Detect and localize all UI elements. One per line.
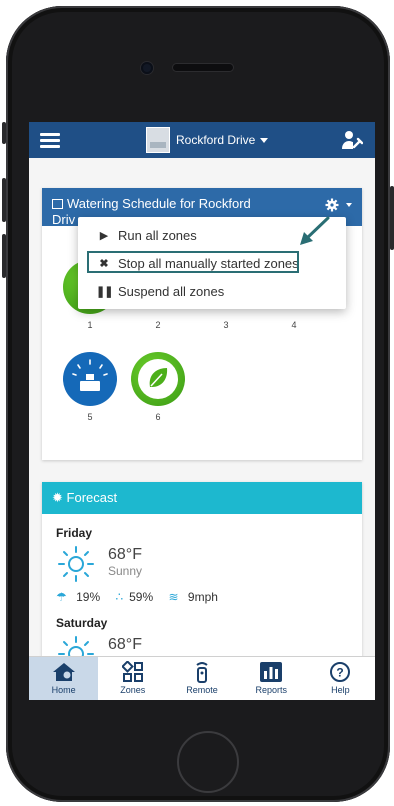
volume-down-button xyxy=(2,234,6,278)
run-all-zones-label: Run all zones xyxy=(118,227,197,243)
site-selector[interactable]: Rockford Drive xyxy=(176,133,269,147)
volume-up-button xyxy=(2,178,6,222)
zone-number: 5 xyxy=(87,412,93,422)
forecast-day: Friday xyxy=(56,526,93,540)
nav-remote[interactable]: Remote xyxy=(167,657,236,700)
help-icon: ? xyxy=(330,662,351,682)
nav-label: Zones xyxy=(120,685,146,695)
nav-home[interactable]: Home xyxy=(29,657,99,700)
caret-down-icon xyxy=(260,138,269,144)
forecast-temp: 68°F xyxy=(108,546,142,563)
nav-reports[interactable]: Reports xyxy=(237,657,306,700)
top-app-bar: Rockford Drive xyxy=(29,122,375,158)
mute-switch xyxy=(2,122,6,144)
nav-label: Home xyxy=(51,685,76,695)
svg-text:?: ? xyxy=(337,666,344,680)
nav-zones[interactable]: Zones xyxy=(98,657,167,700)
schedule-gear-menu[interactable] xyxy=(325,196,352,212)
site-name-label: Rockford Drive xyxy=(176,133,256,147)
highlight-box xyxy=(87,251,299,273)
home-hardware-button xyxy=(177,731,239,793)
forecast-header: ✹ Forecast xyxy=(42,482,362,514)
site-thumbnail[interactable] xyxy=(146,127,170,153)
sun-icon: ✹ xyxy=(52,490,63,505)
nav-label: Remote xyxy=(186,685,218,695)
bottom-navigation: Home Zones Remote Reports ? Help xyxy=(29,656,375,700)
zone-number: 2 xyxy=(155,320,161,330)
zones-grid-icon xyxy=(121,661,143,682)
pause-icon: ❚❚ xyxy=(96,285,113,298)
sprinkler-icon xyxy=(63,352,117,406)
precip-value: 19% xyxy=(76,590,101,604)
reports-chart-icon xyxy=(260,662,283,682)
stop-manual-zones-item[interactable]: ✖ Stop all manually started zones xyxy=(78,249,346,277)
earpiece-speaker xyxy=(173,64,233,71)
gear-icon xyxy=(325,198,339,212)
tools-icon[interactable] xyxy=(341,130,363,150)
zone-number: 4 xyxy=(291,320,297,330)
humidity-icon: ∴ xyxy=(115,590,124,604)
forecast-title: Forecast xyxy=(66,490,118,505)
rain-icon: ☂ xyxy=(56,590,67,604)
remote-icon xyxy=(196,662,208,683)
zone-number: 3 xyxy=(223,320,229,330)
zone-5[interactable]: 5 xyxy=(60,352,120,422)
annotation-arrow-icon xyxy=(300,216,330,245)
forecast-condition: Sunny xyxy=(108,564,143,578)
suspend-all-zones-item[interactable]: ❚❚ Suspend all zones xyxy=(78,277,346,305)
forecast-day: Saturday xyxy=(56,616,108,630)
hamburger-menu-icon[interactable] xyxy=(40,133,60,148)
nav-help[interactable]: ? Help xyxy=(306,657,375,700)
home-icon xyxy=(52,663,75,681)
forecast-card: ✹ Forecast Friday 68°F Sunny ☂ 19% ∴ 59%… xyxy=(42,482,362,682)
zone-6[interactable]: 6 xyxy=(128,352,188,422)
zone-number: 6 xyxy=(155,412,161,422)
sunny-weather-icon xyxy=(58,546,94,582)
suspend-all-zones-label: Suspend all zones xyxy=(118,283,225,299)
wind-icon: ≋ xyxy=(168,590,179,604)
leaf-icon xyxy=(131,352,185,406)
calendar-icon xyxy=(52,199,63,209)
app-screen: Rockford Drive Watering Schedule for Roc… xyxy=(29,122,375,700)
nav-label: Help xyxy=(331,685,350,695)
play-icon: ▶ xyxy=(99,229,109,242)
zone-number: 1 xyxy=(87,320,93,330)
nav-label: Reports xyxy=(255,685,287,695)
front-camera xyxy=(141,62,153,74)
power-button xyxy=(390,186,394,250)
caret-down-icon xyxy=(346,202,352,207)
humidity-value: 59% xyxy=(129,590,154,604)
forecast-temp: 68°F xyxy=(108,636,142,653)
wind-value: 9mph xyxy=(187,590,218,604)
schedule-title: Watering Schedule for Rockford xyxy=(67,196,251,211)
